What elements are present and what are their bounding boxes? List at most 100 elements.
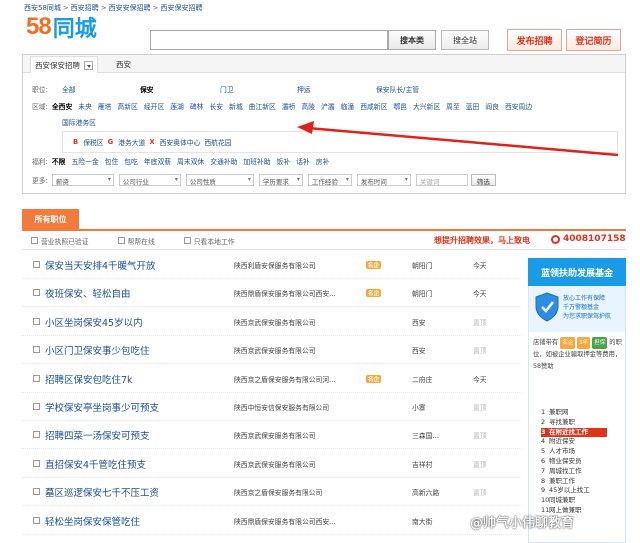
position-option[interactable]: 门卫: [220, 84, 234, 94]
benefit-option[interactable]: 五险一金: [71, 158, 98, 166]
side-panel-title[interactable]: 蓝领扶助发展基金: [528, 258, 626, 286]
checkbox-icon[interactable]: [31, 237, 38, 244]
company-name[interactable]: 陕西鼎盾保安服务有限公司西安...: [234, 288, 336, 298]
job-checkbox[interactable]: [33, 488, 40, 496]
job-title-link[interactable]: 学校保安亭坐岗事少可预支: [45, 400, 159, 414]
benefit-option[interactable]: 包住: [105, 158, 119, 166]
job-title-link[interactable]: 保安当天安排4千暖气开放: [45, 258, 156, 272]
benefit-option[interactable]: 房补: [316, 158, 330, 166]
area-option[interactable]: 临潼: [341, 103, 355, 111]
job-checkbox[interactable]: [33, 346, 40, 354]
position-option[interactable]: 全部: [62, 84, 76, 94]
area-option[interactable]: 经开区: [144, 103, 164, 111]
search-category-button[interactable]: 搜本类: [388, 30, 436, 50]
job-checkbox[interactable]: [33, 374, 40, 382]
area-option[interactable]: 国际港务区: [62, 119, 96, 127]
area-option[interactable]: 曲江新区: [249, 103, 276, 111]
area-option[interactable]: 长安: [209, 103, 223, 111]
area-option[interactable]: 未央: [78, 103, 92, 111]
job-title-link[interactable]: 小区坐岗保安45岁以内: [45, 315, 143, 329]
breadcrumb-link[interactable]: 西安保安招聘: [161, 4, 203, 12]
list-item[interactable]: 1 兼职网: [541, 408, 626, 418]
area-option[interactable]: 高新区: [117, 103, 137, 111]
list-item[interactable]: 8 兼职工作: [541, 477, 626, 487]
benefit-option[interactable]: 年底双薪: [144, 158, 171, 166]
job-checkbox[interactable]: [33, 516, 40, 524]
company-name[interactable]: 陕西京武保安服务有限公司: [234, 430, 316, 440]
keyword-input[interactable]: 关键词: [415, 174, 468, 186]
area-option[interactable]: 莲湖: [170, 103, 184, 111]
list-item[interactable]: 5 人才市场: [541, 447, 626, 457]
area-option[interactable]: 西安周边: [505, 103, 532, 111]
list-item[interactable]: 10 同城兼职: [541, 496, 626, 506]
biz-area-option[interactable]: 西安奥体中心: [160, 137, 201, 147]
area-option[interactable]: 浐灞: [321, 103, 335, 111]
list-item[interactable]: 9 45岁以上找工: [541, 486, 626, 496]
tab-all-jobs[interactable]: 所有职位: [22, 209, 79, 229]
breadcrumb-link[interactable]: 西安安保招聘: [109, 4, 151, 12]
benefit-option[interactable]: 话补: [296, 158, 310, 166]
area-option[interactable]: 高陵: [301, 103, 315, 111]
option-checkbox[interactable]: 营业执照已验证: [31, 236, 89, 246]
benefit-option[interactable]: 不限: [52, 158, 66, 166]
filter-select[interactable]: 工作经验: [307, 174, 352, 186]
job-checkbox[interactable]: [33, 403, 40, 410]
job-title-link[interactable]: 直招保安4千管吃住预支: [45, 457, 146, 471]
area-option[interactable]: 阎良: [485, 103, 499, 111]
filter-select[interactable]: 公司行业: [118, 174, 181, 186]
area-option[interactable]: 灞桥: [282, 103, 296, 111]
company-name[interactable]: 陕西京武保安服务有限公司: [234, 345, 316, 355]
area-option[interactable]: 碑林: [190, 103, 204, 111]
search-all-button[interactable]: 搜全站: [441, 30, 489, 50]
area-option[interactable]: 西咸新区: [360, 103, 387, 111]
area-option[interactable]: 蓝田: [466, 103, 480, 111]
area-option[interactable]: 周至: [446, 103, 460, 111]
checkbox-icon[interactable]: [117, 237, 125, 244]
tab-category[interactable]: 西安保安招聘: [30, 56, 98, 73]
list-item[interactable]: 4 附近保安: [541, 437, 626, 447]
company-name[interactable]: 陕西京之盾保安服务有限公司河...: [234, 374, 336, 384]
register-resume-button[interactable]: 登记简历: [566, 29, 621, 51]
job-title-link[interactable]: 招聘四菜一汤保安可预支: [45, 428, 150, 442]
filter-select[interactable]: 学历要求: [258, 174, 303, 186]
option-checkbox[interactable]: 帮帮在线: [117, 236, 155, 246]
area-option[interactable]: 雁塔: [98, 103, 112, 111]
job-checkbox[interactable]: [33, 289, 40, 297]
filter-button[interactable]: 筛选: [470, 174, 496, 186]
option-checkbox[interactable]: 只看本地工作: [183, 236, 235, 246]
position-option[interactable]: 押运: [297, 84, 311, 94]
filter-select[interactable]: 发布时间: [356, 174, 411, 186]
tab-city[interactable]: 西安: [110, 56, 137, 73]
job-title-link[interactable]: 夜班保安、轻松自由: [45, 286, 131, 300]
list-item[interactable]: 6 物业保安员: [541, 457, 626, 467]
job-title-link[interactable]: 小区门卫保安事少包吃住: [45, 343, 150, 357]
biz-area-option[interactable]: 西航花园: [204, 137, 231, 147]
biz-area-option[interactable]: 保税区: [83, 137, 103, 147]
job-checkbox[interactable]: [33, 261, 40, 268]
company-name[interactable]: 陕西中恒安信保安服务有限公司: [234, 402, 329, 412]
benefit-option[interactable]: 饭补: [277, 158, 291, 166]
list-item[interactable]: 2 寻找兼职: [541, 418, 626, 428]
area-option[interactable]: 大兴新区: [413, 103, 440, 111]
chevron-down-icon[interactable]: [84, 60, 93, 70]
job-checkbox[interactable]: [33, 459, 40, 467]
position-option[interactable]: 保安队长/主管: [376, 84, 419, 94]
company-name[interactable]: 陕西京武保安服务有限公司: [234, 317, 316, 327]
job-title-link[interactable]: 招聘区保安包吃住7k: [45, 372, 133, 386]
list-item[interactable]: 7 周城找工作: [541, 467, 626, 477]
position-option[interactable]: 保安: [140, 84, 154, 94]
company-name[interactable]: 陕西京之盾保安服务有限公司: [234, 487, 322, 497]
post-job-button[interactable]: 发布招聘: [507, 29, 562, 51]
checkbox-icon[interactable]: [183, 237, 191, 244]
list-item[interactable]: 3 在附近找工作: [541, 427, 607, 438]
job-checkbox[interactable]: [33, 317, 40, 325]
benefit-option[interactable]: 加班补助: [243, 158, 270, 166]
company-name[interactable]: 陕西利盾安保服务有限公司: [234, 260, 316, 270]
job-title-link[interactable]: 轻松坐岗保安保管吃住: [45, 514, 140, 528]
job-title-link[interactable]: 墓区巡逻保安七千不压工资: [45, 485, 159, 499]
benefit-option[interactable]: 包吃: [124, 158, 138, 166]
biz-area-option[interactable]: 港务大道: [118, 137, 145, 147]
area-option[interactable]: 新城: [229, 103, 243, 111]
benefit-option[interactable]: 周末双休: [177, 158, 204, 166]
hotline[interactable]: 4008107158: [551, 234, 626, 244]
